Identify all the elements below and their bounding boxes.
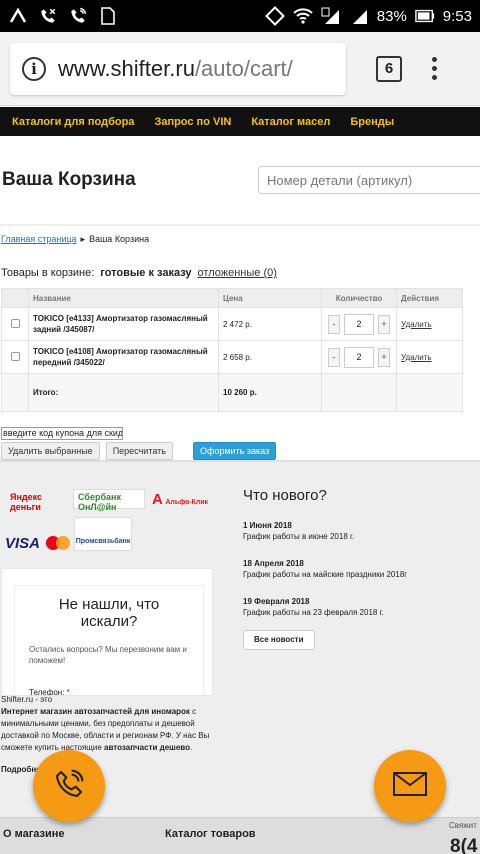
about-description: Интернет магазин автозапчастей для инома… — [1, 707, 210, 752]
battery-icon — [415, 6, 435, 26]
product-name[interactable]: TOKICO [e4108] Амортизатор газомасляный … — [28, 340, 219, 374]
delete-link[interactable]: Удалить — [401, 353, 432, 362]
quantity-decrease-button[interactable]: - — [328, 314, 340, 334]
news-item[interactable]: 19 Февраля 2018 График работы на 23 февра… — [243, 596, 473, 618]
catalog-link[interactable]: Каталог товаров — [165, 828, 256, 840]
about-text: Shifter.ru - это Интернет магазин автоза… — [1, 694, 213, 776]
row-checkbox[interactable] — [10, 351, 20, 361]
table-row: TOKICO [e4133] Амортизатор газомасляный … — [1, 307, 463, 341]
recalculate-button[interactable]: Пересчитать — [105, 442, 173, 460]
address-bar[interactable]: i www.shifter.ru/auto/cart/ — [10, 42, 346, 95]
column-header-actions: Действия — [396, 288, 463, 308]
news-title: Что нового? — [243, 487, 327, 504]
table-row: TOKICO [e4108] Амортизатор газомасляный … — [1, 340, 463, 374]
total-row: Итого: 10 260 р. — [1, 373, 463, 412]
call-button[interactable] — [33, 750, 105, 822]
nav-brands[interactable]: Бренды — [350, 116, 394, 128]
about-more-link[interactable]: Подробнее — [1, 764, 213, 776]
column-header-name: Название — [28, 288, 219, 308]
phone-icon — [53, 768, 85, 805]
info-icon[interactable]: i — [22, 56, 46, 81]
column-header-quantity: Количество — [321, 288, 397, 308]
breadcrumb-arrow-icon: ▸ — [80, 234, 86, 244]
quantity-input[interactable]: 2 — [344, 346, 374, 368]
quantity-input[interactable]: 2 — [344, 313, 374, 335]
nav-catalogs[interactable]: Каталоги для подбора — [12, 116, 134, 128]
tab-postponed[interactable]: отложенные (0) — [198, 267, 277, 279]
callback-form: Не нашли, что искали? Остались вопросы? … — [1, 568, 213, 696]
coupon-input[interactable]: введите код купона для скидки — [1, 427, 123, 440]
nav-vin-request[interactable]: Запрос по VIN — [154, 116, 231, 128]
product-price: 2 472 р. — [218, 307, 322, 341]
breadcrumb-home-link[interactable]: Главная страница — [1, 234, 77, 244]
call-icon — [68, 6, 88, 26]
product-name[interactable]: TOKICO [e4133] Амортизатор газомасляный … — [28, 307, 219, 341]
breadcrumb-current: Ваша Корзина — [89, 234, 150, 244]
missed-call-icon — [38, 6, 58, 26]
browser-toolbar: i www.shifter.ru/auto/cart/ 6 — [0, 32, 480, 106]
message-button[interactable] — [374, 750, 446, 822]
url-path: /auto/cart/ — [194, 55, 293, 81]
divider — [0, 224, 480, 226]
delete-selected-button[interactable]: Удалить выбранные — [1, 442, 100, 460]
cart-filter-label: Товары в корзине: — [1, 267, 95, 279]
select-column-header — [1, 288, 29, 308]
mail-icon — [393, 771, 427, 801]
quantity-stepper: - 2 + — [326, 346, 392, 368]
clock: 9:53 — [442, 7, 472, 25]
all-news-button[interactable]: Все новости — [243, 630, 315, 650]
wifi-icon — [293, 6, 313, 26]
cart-filter: Товары в корзине: готовые к заказу отложен… — [1, 267, 480, 279]
page-title: Ваша Корзина — [2, 169, 136, 190]
quantity-increase-button[interactable]: + — [378, 314, 390, 334]
quantity-increase-button[interactable]: + — [378, 347, 390, 367]
table-header-row: Название Цена Количество Действия — [1, 288, 463, 308]
news-section: Что нового? 1 Июня 2018 График работы в и… — [243, 487, 473, 650]
total-label: Итого: — [28, 373, 219, 412]
row-checkbox[interactable] — [10, 318, 20, 328]
callback-form-title: Не нашли, что искали? — [58, 596, 160, 630]
status-bar: 83% 9:53 — [0, 0, 480, 32]
nav-oil-catalog[interactable]: Каталог масел — [251, 116, 330, 128]
about-store-link[interactable]: О магазине — [3, 828, 65, 840]
product-price: 2 658 р. — [218, 340, 322, 374]
quantity-stepper: - 2 + — [326, 313, 392, 335]
column-header-price: Цена — [218, 288, 322, 308]
tab-ready[interactable]: готовые к заказу — [100, 267, 191, 279]
checkout-button[interactable]: Оформить заказ — [192, 442, 277, 460]
bottom-nav: О магазине Каталог товаров Свяжит 8(4 — [0, 817, 480, 854]
url-host: www.shifter.ru — [58, 55, 195, 81]
rotate-icon — [264, 6, 285, 26]
callback-form-subtitle: Остались вопросы? Мы перезвоним вам и по… — [29, 645, 187, 665]
news-item[interactable]: 1 Июня 2018 График работы в июне 2018 г. — [243, 520, 473, 542]
alfa-click-logo: А Альфа-Клик — [152, 491, 209, 508]
psb-logo: Промсвязьбанк — [74, 517, 132, 551]
contact-phone[interactable]: 8(4 — [450, 836, 477, 854]
breadcrumb: Главная страница ▸ Ваша Корзина — [1, 234, 480, 245]
battery-percent: 83% — [376, 7, 407, 25]
part-number-search-input[interactable]: Номер детали (артикул) — [258, 166, 480, 194]
about-intro: Shifter.ru - это — [1, 695, 53, 704]
cart-table: Название Цена Количество Действия TOKICO… — [1, 288, 463, 412]
network-icon — [8, 6, 28, 26]
sim1-signal-icon — [321, 6, 341, 26]
contact-label: Свяжит — [449, 821, 477, 830]
mastercard-logo — [44, 535, 72, 553]
news-item[interactable]: 18 Апреля 2018 График работы на майские п… — [243, 558, 473, 580]
visa-logo: VISA — [5, 535, 41, 552]
quantity-decrease-button[interactable]: - — [328, 347, 340, 367]
page-header: Ваша Корзина Номер детали (артикул) — [0, 136, 480, 224]
tab-switcher-button[interactable]: 6 — [376, 55, 402, 82]
total-value: 10 260 р. — [218, 373, 322, 412]
site-nav: Каталоги для подбора Запрос по VIN Катал… — [0, 107, 480, 136]
overflow-menu-icon[interactable] — [432, 57, 437, 80]
sberbank-online-logo: Сбербанк ОнЛ@йн — [73, 489, 145, 512]
sim-card-icon — [98, 6, 118, 26]
cart-actions: Удалить выбранные Пересчитать Оформить з… — [1, 442, 480, 460]
delete-link[interactable]: Удалить — [401, 320, 432, 329]
sim2-signal-icon — [349, 6, 369, 26]
yandex-money-logo: Яндекс деньги — [10, 492, 43, 512]
